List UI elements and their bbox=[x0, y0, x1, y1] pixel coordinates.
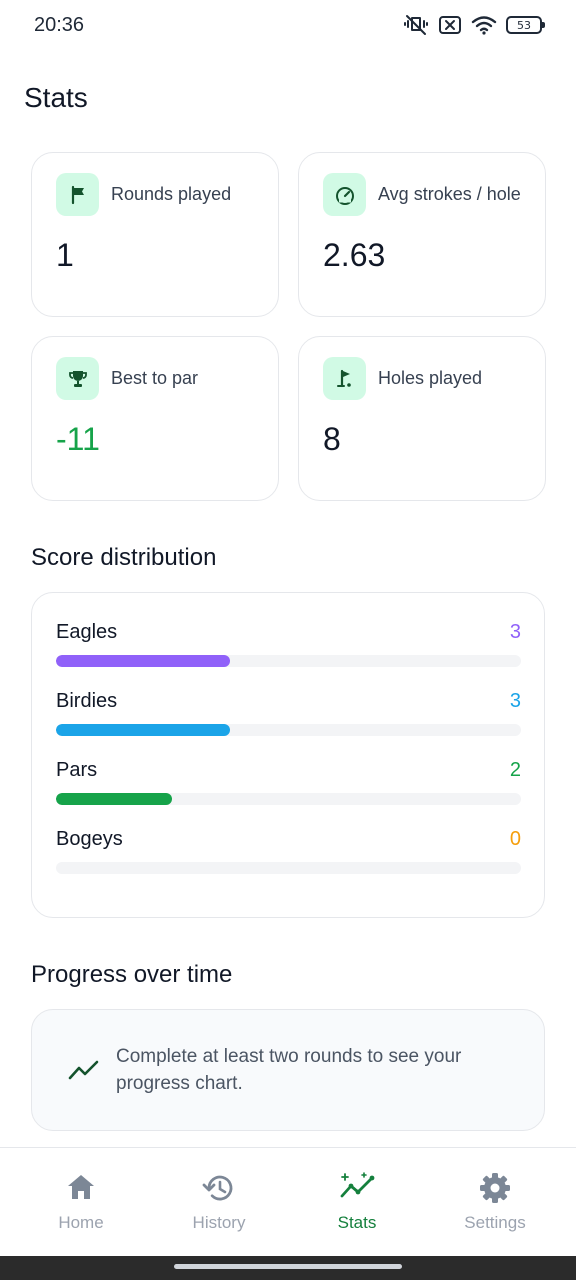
stat-value: 8 bbox=[323, 421, 341, 457]
home-icon bbox=[65, 1172, 97, 1207]
flag-icon bbox=[56, 173, 99, 216]
stat-value: 2.63 bbox=[323, 237, 386, 273]
dist-label: Pars bbox=[56, 759, 98, 781]
bottom-nav: Home History Stats Settings bbox=[0, 1147, 576, 1256]
home-gesture-handle[interactable] bbox=[174, 1264, 402, 1269]
stat-label: Rounds played bbox=[111, 184, 232, 204]
battery-icon: 53 bbox=[506, 16, 545, 34]
progress-title: Progress over time bbox=[31, 961, 233, 988]
nav-item-history[interactable]: History bbox=[149, 1148, 289, 1257]
speedometer-icon bbox=[323, 173, 366, 216]
stats-sparkle-icon bbox=[339, 1172, 375, 1207]
nav-item-stats[interactable]: Stats bbox=[287, 1148, 427, 1257]
nav-label: Home bbox=[58, 1213, 104, 1232]
trophy-icon bbox=[56, 357, 99, 400]
stat-card-rounds-played: Rounds played 1 bbox=[31, 152, 279, 317]
dist-bar-fill bbox=[56, 724, 231, 736]
stat-card-avg-strokes: Avg strokes / hole 2.63 bbox=[298, 152, 546, 317]
dist-label: Eagles bbox=[56, 621, 118, 643]
stat-label: Best to par bbox=[111, 368, 199, 388]
page-title: Stats bbox=[24, 82, 88, 113]
nav-item-settings[interactable]: Settings bbox=[425, 1148, 565, 1257]
dist-count: 3 bbox=[509, 690, 521, 712]
dist-label: Bogeys bbox=[56, 828, 123, 850]
gesture-bar bbox=[0, 1256, 576, 1280]
golf-hole-icon bbox=[323, 357, 366, 400]
status-time: 20:36 bbox=[34, 14, 85, 36]
stat-value: -11 bbox=[56, 421, 100, 457]
dist-bar-track bbox=[56, 655, 521, 667]
nav-item-home[interactable]: Home bbox=[11, 1148, 151, 1257]
nav-label: Stats bbox=[337, 1213, 377, 1232]
score-distribution-title: Score distribution bbox=[31, 544, 217, 571]
gear-icon bbox=[479, 1172, 511, 1209]
status-icons: 53 bbox=[403, 14, 545, 36]
history-icon bbox=[202, 1172, 236, 1209]
dist-bar-fill bbox=[56, 793, 173, 805]
nav-label: Settings bbox=[464, 1213, 526, 1232]
stat-card-best-to-par: Best to par -11 bbox=[31, 336, 279, 501]
status-bar: 20:36 53 bbox=[0, 0, 576, 52]
dist-bar-track bbox=[56, 724, 521, 736]
stat-label: Holes played bbox=[378, 368, 483, 388]
stat-value: 1 bbox=[56, 237, 74, 273]
dist-bar-fill bbox=[56, 655, 231, 667]
stat-card-holes-played: Holes played 8 bbox=[298, 336, 546, 501]
dist-count: 3 bbox=[509, 621, 521, 643]
dist-bar-track bbox=[56, 862, 521, 874]
score-distribution-card: Eagles 3 Birdies 3 Pars 2 Bogeys 0 bbox=[31, 592, 545, 918]
stat-label: Avg strokes / hole bbox=[378, 184, 521, 204]
mute-vibrate-icon bbox=[403, 14, 429, 36]
progress-empty-card: Complete at least two rounds to see your… bbox=[31, 1009, 545, 1131]
progress-empty-message: Complete at least two rounds to see your… bbox=[116, 1046, 462, 1094]
wifi-icon bbox=[471, 15, 497, 35]
dist-bar-track bbox=[56, 793, 521, 805]
dist-count: 2 bbox=[509, 759, 521, 781]
nav-label: History bbox=[192, 1213, 246, 1232]
dist-count: 0 bbox=[509, 828, 521, 850]
sim-blocked-icon bbox=[438, 15, 462, 35]
trend-line-icon bbox=[68, 1056, 100, 1087]
dist-label: Birdies bbox=[56, 690, 118, 712]
